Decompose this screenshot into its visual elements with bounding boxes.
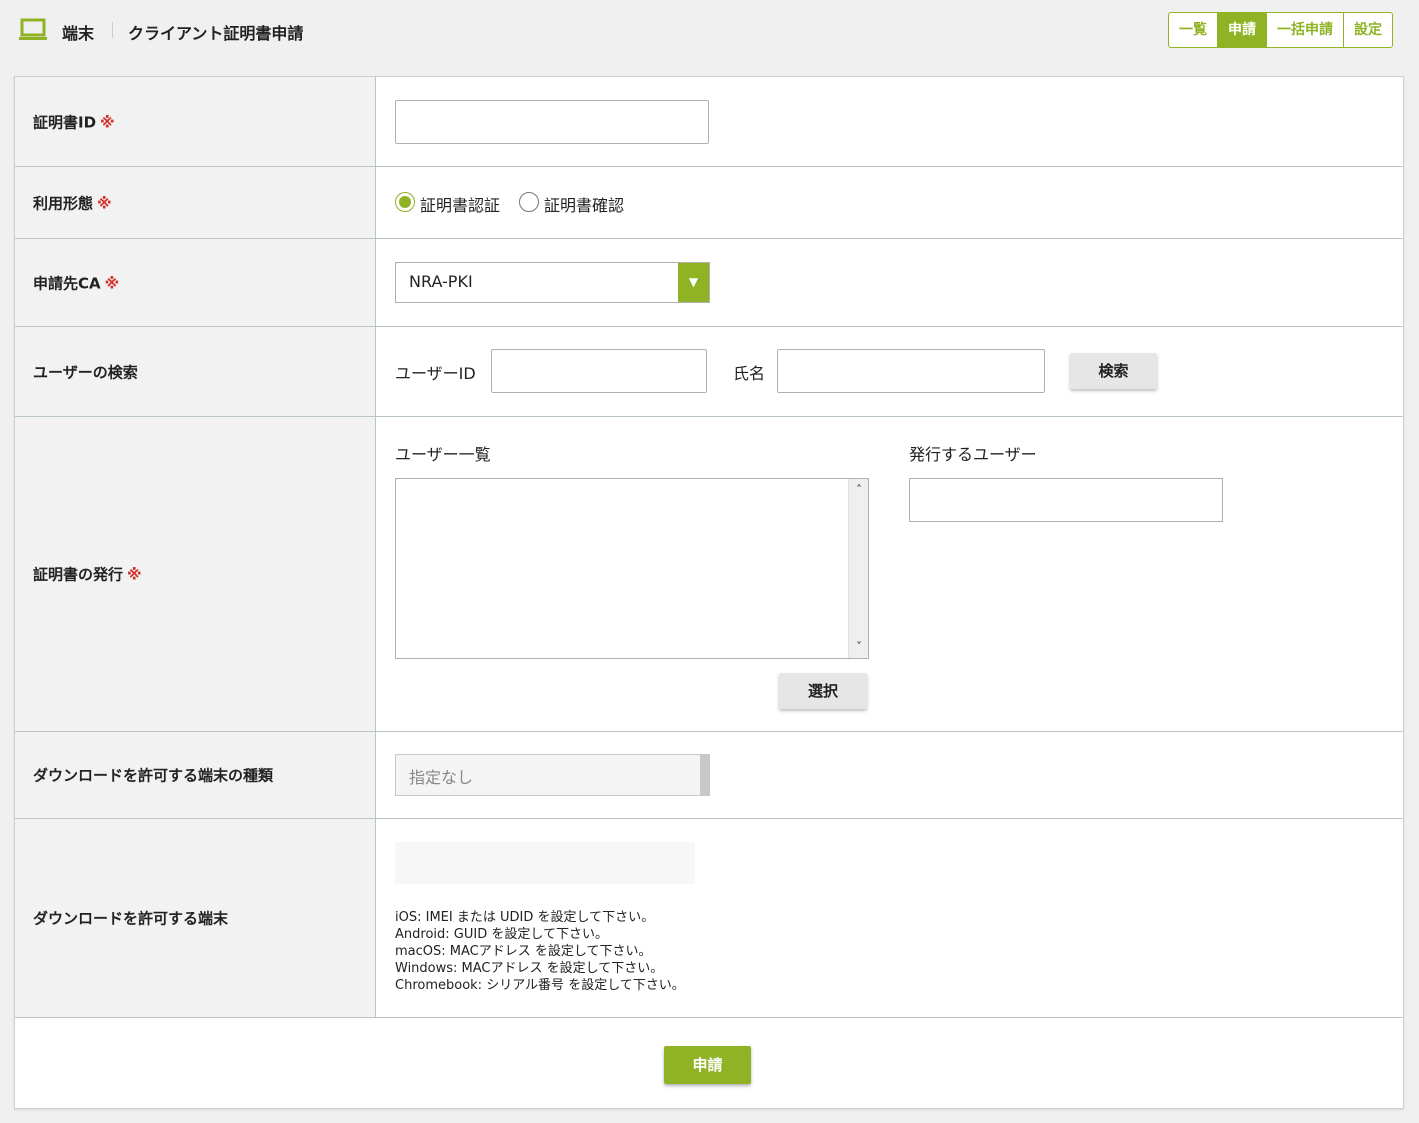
breadcrumb-divider	[112, 22, 113, 38]
submit-button[interactable]: 申請	[664, 1046, 751, 1084]
scroll-down-icon[interactable]: ˅	[849, 638, 869, 656]
row-ca: 申請先CA ※ NRA-PKI ▼	[15, 239, 1403, 327]
name-input[interactable]	[777, 349, 1045, 393]
user-listbox[interactable]: ˄ ˅	[395, 478, 869, 659]
help-chromebook: Chromebook: シリアル番号 を設定して下さい。	[395, 978, 685, 993]
ca-select-value: NRA-PKI	[409, 272, 473, 291]
laptop-icon	[19, 18, 47, 40]
device-type-label: ダウンロードを許可する端末の種類	[33, 766, 274, 785]
page-title: クライアント証明書申請	[128, 24, 304, 43]
dropdown-handle-icon	[700, 755, 709, 795]
ca-label: 申請先CA	[33, 274, 101, 292]
row-usage: 利用形態 ※ 証明書認証 証明書確認	[15, 167, 1403, 239]
help-android: Android: GUID を設定して下さい。	[395, 927, 608, 942]
radio-cert-auth[interactable]	[395, 192, 415, 212]
user-search-label: ユーザーの検索	[33, 363, 138, 381]
scroll-up-icon[interactable]: ˄	[849, 481, 869, 499]
row-device-type: ダウンロードを許可する端末の種類 指定なし	[15, 732, 1403, 819]
row-device: ダウンロードを許可する端末 iOS: IMEI または UDID を設定して下さ…	[15, 819, 1403, 1018]
row-user-search: ユーザーの検索 ユーザーID 氏名 検索	[15, 327, 1403, 417]
tab-bar: 一覧 申請 一括申請 設定	[1168, 12, 1393, 48]
user-id-input[interactable]	[491, 349, 707, 393]
radio-cert-check[interactable]	[519, 192, 539, 212]
device-label: ダウンロードを許可する端末	[33, 909, 229, 928]
device-type-value: 指定なし	[409, 768, 474, 787]
required-mark: ※	[100, 113, 115, 131]
ca-select[interactable]: NRA-PKI ▼	[395, 262, 710, 303]
help-windows: Windows: MACアドレス を設定して下さい。	[395, 961, 664, 976]
tab-apply[interactable]: 申請	[1217, 13, 1266, 47]
usage-label: 利用形態	[33, 194, 94, 212]
cert-id-label: 証明書ID	[33, 113, 97, 131]
row-issue: 証明書の発行 ※ ユーザー一覧 ˄ ˅ 選択 発行するユーザー	[15, 417, 1403, 732]
tab-bulk-apply[interactable]: 一括申請	[1266, 13, 1343, 47]
issuing-user-title: 発行するユーザー	[909, 445, 1037, 464]
help-ios: iOS: IMEI または UDID を設定して下さい。	[395, 910, 655, 925]
radio-cert-auth-label: 証明書認証	[420, 196, 501, 215]
breadcrumb-section: 端末	[62, 24, 95, 43]
select-button[interactable]: 選択	[779, 673, 867, 709]
user-list-title: ユーザー一覧	[395, 445, 491, 464]
required-mark: ※	[97, 194, 112, 212]
cert-id-input[interactable]	[395, 100, 709, 144]
search-button[interactable]: 検索	[1070, 353, 1157, 389]
issuing-user-box[interactable]	[909, 478, 1223, 522]
tab-list[interactable]: 一覧	[1169, 13, 1217, 47]
radio-cert-check-label: 証明書確認	[544, 196, 625, 215]
required-mark: ※	[127, 565, 142, 584]
chevron-down-icon: ▼	[678, 263, 709, 302]
row-cert-id: 証明書ID ※	[15, 77, 1403, 167]
device-type-select[interactable]: 指定なし	[395, 754, 710, 796]
issue-label: 証明書の発行	[33, 565, 124, 584]
listbox-scrollbar[interactable]: ˄ ˅	[848, 479, 868, 658]
user-id-label: ユーザーID	[395, 364, 476, 383]
tab-settings[interactable]: 設定	[1343, 13, 1392, 47]
application-form: 証明書ID ※ 利用形態 ※ 証明書認証 証明書確認 申請先CA ※ NRA-PKI …	[14, 76, 1404, 1109]
required-mark: ※	[104, 274, 120, 292]
name-label: 氏名	[733, 364, 766, 383]
device-input[interactable]	[395, 842, 695, 884]
help-macos: macOS: MACアドレス を設定して下さい。	[395, 944, 652, 959]
page-header: 端末 クライアント証明書申請 一覧 申請 一括申請 設定	[0, 0, 1419, 62]
